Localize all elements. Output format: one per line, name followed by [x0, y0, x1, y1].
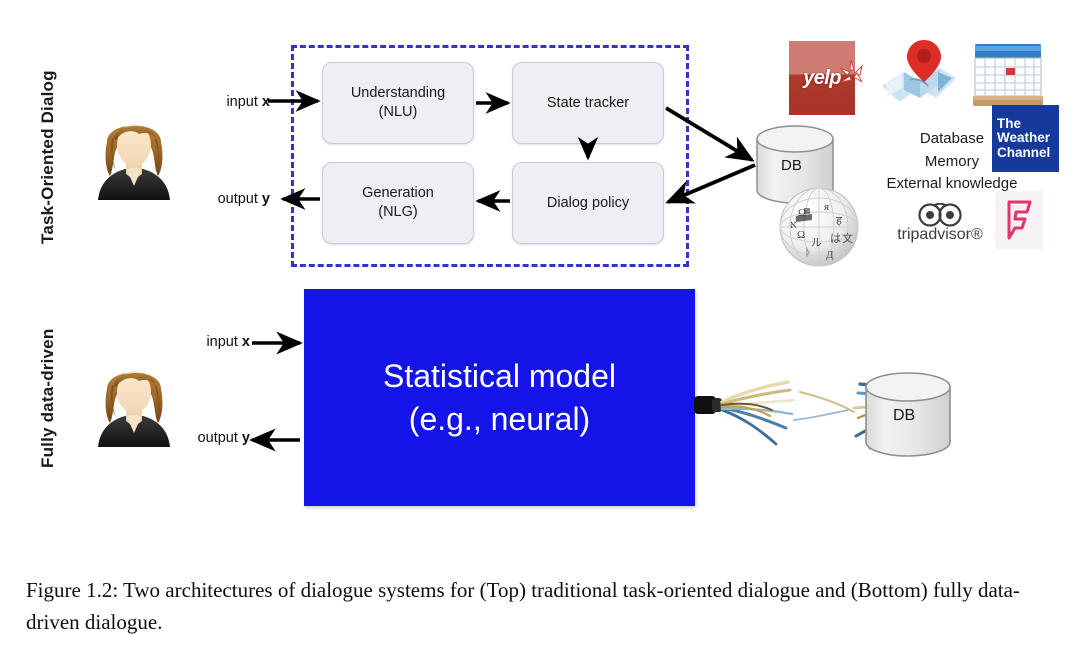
input-var: x — [241, 334, 250, 350]
model-label-line2: (e.g., neural) — [408, 400, 591, 437]
output-label-text: output — [217, 191, 262, 207]
database-label-bottom: DB — [893, 407, 916, 424]
module-label-line1: State tracker — [546, 94, 630, 111]
output-var: y — [261, 191, 270, 207]
figure-canvas: Task-Oriented Dialog Fully data-driven i… — [0, 0, 1080, 556]
svg-text:я: я — [824, 201, 829, 213]
model-label-line1: Statistical model — [383, 358, 616, 395]
output-label-top: output y — [140, 191, 270, 207]
svg-text:ル: ル — [811, 237, 822, 249]
module-label-line2: (NLU) — [378, 104, 418, 120]
module-state-tracker[interactable]: State tracker — [512, 62, 664, 144]
input-label-top: input x — [150, 94, 270, 110]
tripadvisor-logo-text: tripadvisor® — [897, 226, 983, 243]
module-label-line1: Generation — [362, 185, 434, 202]
svg-text:Д: Д — [826, 249, 834, 261]
weather-logo-line3: Channel — [997, 144, 1051, 160]
wikipedia-globe-icon: Ω я ह Ω ル は ᚦ Д א 文 — [779, 187, 859, 267]
weather-logo-line1: The — [997, 116, 1022, 132]
statistical-model-box[interactable]: Statistical model (e.g., neural) — [304, 289, 695, 506]
figure-caption: Figure 1.2: Two architectures of dialogu… — [26, 578, 1020, 634]
tripadvisor-owl-icon — [918, 203, 962, 227]
module-generation-nlg[interactable]: Generation (NLG) — [322, 162, 474, 244]
foursquare-logo — [995, 191, 1043, 249]
svg-text:ᚦ: ᚦ — [805, 247, 812, 259]
svg-text:は: は — [830, 232, 841, 245]
yelp-burst-icon — [839, 59, 863, 83]
svg-text:א: א — [790, 219, 797, 231]
module-label-line1: Dialog policy — [546, 194, 630, 211]
yelp-logo-text: yelp — [803, 66, 841, 89]
the-weather-channel-logo: The Weather Channel — [992, 105, 1059, 172]
foursquare-icon — [1007, 200, 1032, 240]
section-label-fully-data-driven: Fully data-driven — [38, 328, 57, 468]
input-label-bottom: input x — [130, 334, 250, 350]
module-dialog-policy[interactable]: Dialog policy — [512, 162, 664, 244]
module-label-line2: (NLG) — [378, 204, 418, 220]
tripadvisor-logo: tripadvisor® — [892, 203, 988, 251]
input-label-text: input — [206, 334, 242, 350]
input-label-text: input — [226, 94, 262, 110]
module-understanding-nlu[interactable]: Understanding (NLU) — [322, 62, 474, 144]
maps-pin-icon — [882, 40, 956, 102]
output-var: y — [241, 430, 250, 446]
input-var: x — [261, 94, 270, 110]
svg-text:ह: ह — [836, 215, 842, 227]
section-label-task-oriented: Task-Oriented Dialog — [38, 70, 57, 244]
svg-text:Ω: Ω — [797, 229, 805, 241]
calendar-icon — [973, 44, 1043, 106]
user-avatar-icon — [98, 124, 170, 200]
svg-text:文: 文 — [842, 231, 853, 245]
weather-logo-line2: Weather — [997, 130, 1051, 146]
database-label-top: DB — [781, 157, 802, 174]
module-label-line1: Understanding — [350, 85, 446, 102]
output-label-bottom: output y — [120, 430, 250, 446]
output-label-text: output — [197, 430, 242, 446]
